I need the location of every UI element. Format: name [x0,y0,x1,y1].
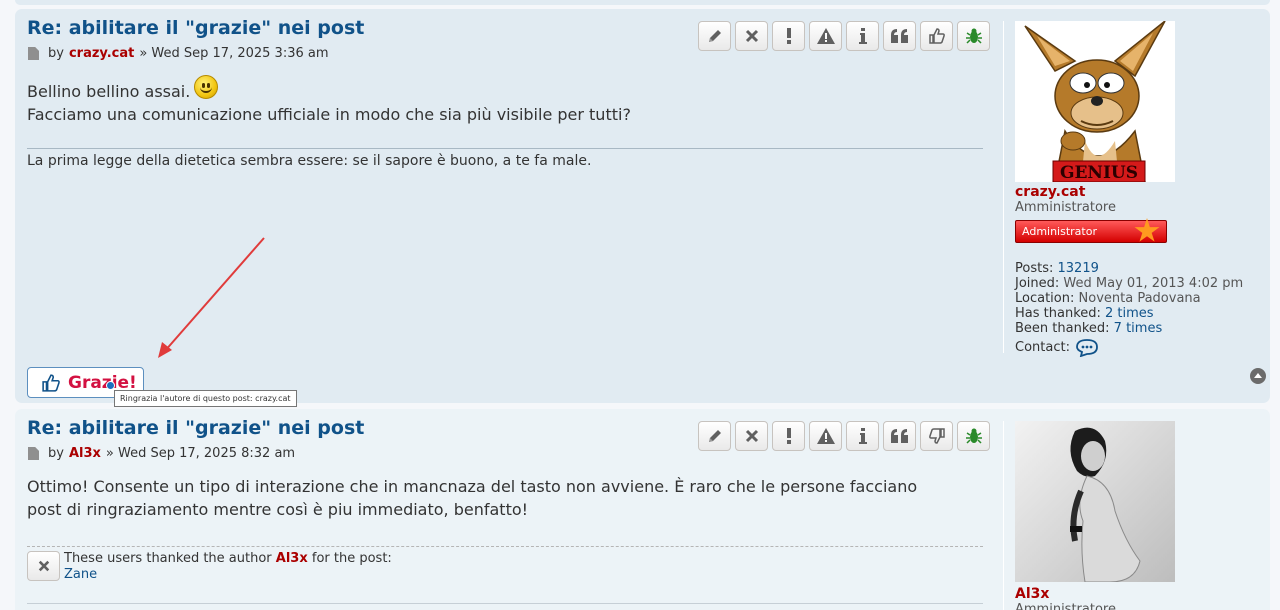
report-button[interactable] [772,421,805,451]
exclamation-icon [786,28,791,44]
content-line-1: Bellino bellino assai. [27,82,191,101]
author-profile: Al3x Amministratore [1015,587,1116,610]
content-line-2: Facciamo una comunicazione ufficiale in … [27,105,631,124]
profile-username[interactable]: Al3x [1015,587,1116,602]
profile-rank: Amministratore [1015,602,1116,610]
post-file-icon[interactable] [28,47,39,60]
been-thanked-label: Been thanked: [1015,321,1110,336]
by-label: by [48,446,64,461]
post-file-icon[interactable] [28,447,39,460]
thumbs-down-icon [928,428,945,444]
thanked-text: These users thanked the author Al3x for … [64,551,983,583]
post-buttons [698,421,990,451]
post-title[interactable]: Re: abilitare il "grazie" nei post [27,17,364,39]
chat-bubble-icon[interactable] [1076,338,1098,357]
edit-button[interactable] [698,21,731,51]
has-thanked-value[interactable]: 2 times [1105,306,1154,321]
exclamation-icon [786,428,791,444]
profile-divider [1003,21,1004,353]
pencil-icon [708,430,721,442]
location-value: Noventa Padovana [1078,291,1201,306]
close-icon [745,29,758,43]
thanked-list: These users thanked the author Al3x for … [27,546,983,583]
report-button[interactable] [772,21,805,51]
back-to-top-icon[interactable] [1250,368,1266,384]
post-title[interactable]: Re: abilitare il "grazie" nei post [27,417,364,439]
info-button[interactable] [846,21,879,51]
quote-icon [890,29,908,43]
mouse-cursor [106,381,115,390]
signature: La prima legge della dietetica sembra es… [27,148,983,169]
info-button[interactable] [846,421,879,451]
warning-icon [816,28,835,44]
remove-thanks-button[interactable] [27,551,60,581]
info-icon [858,28,867,44]
location-label: Location: [1015,291,1075,306]
posts-label: Posts: [1015,261,1054,276]
thanked-user-link[interactable]: Zane [64,567,983,583]
close-icon [38,560,49,572]
avatar[interactable] [1015,421,1175,582]
rank-badge: Administrator [1015,218,1167,243]
by-label: by [48,46,64,61]
post-author-line: by Al3x » Wed Sep 17, 2025 8:32 am [28,446,295,461]
thanks-tooltip: Ringrazia l'autore di questo post: crazy… [114,390,297,407]
contact-label: Contact: [1015,340,1070,355]
post-date: » Wed Sep 17, 2025 3:36 am [139,46,329,61]
profile-stats: Posts: 13219 Joined: Wed May 01, 2013 4:… [1015,261,1244,357]
post-author-line: by crazy.cat » Wed Sep 17, 2025 3:36 am [28,46,329,61]
has-thanked-label: Has thanked: [1015,306,1101,321]
bug-button[interactable] [957,421,990,451]
like-button[interactable] [920,21,953,51]
been-thanked-value[interactable]: 7 times [1114,321,1163,336]
bug-button[interactable] [957,21,990,51]
thanked-prefix: These users thanked the author [64,551,272,566]
warn-button[interactable] [809,21,842,51]
info-icon [858,428,867,444]
thumbs-up-icon [42,373,60,392]
joined-label: Joined: [1015,276,1060,291]
quote-button[interactable] [883,421,916,451]
avatar[interactable]: GENIUS [1015,21,1175,182]
profile-divider [1003,421,1004,610]
annotation-arrow [158,237,265,358]
post-2: Re: abilitare il "grazie" nei post by Al… [15,409,1270,610]
star-icon [1134,218,1160,242]
thanked-suffix: for the post: [311,551,392,566]
delete-button[interactable] [735,21,768,51]
joined-date: Wed May 01, 2013 4:02 pm [1063,276,1244,291]
post-content: Bellino bellino assai. Facciamo una comu… [27,75,987,126]
post-date: » Wed Sep 17, 2025 8:32 am [105,446,296,461]
delete-button[interactable] [735,421,768,451]
pencil-icon [708,30,721,42]
quote-button[interactable] [883,21,916,51]
bug-icon [965,428,982,444]
previous-post-edge [15,0,1270,5]
post-content: Ottimo! Consente un tipo di interazione … [27,477,918,519]
author-profile: crazy.cat Amministratore Administrator P… [1015,185,1244,357]
divider [27,603,983,604]
warn-button[interactable] [809,421,842,451]
thumbs-up-icon [928,28,945,44]
smiley-icon [194,75,219,99]
profile-rank: Amministratore [1015,200,1116,215]
rank-badge-label: Administrator [1022,225,1097,238]
post-author[interactable]: Al3x [69,446,101,461]
warning-icon [816,428,835,444]
thanked-author[interactable]: Al3x [276,551,308,566]
profile-username[interactable]: crazy.cat [1015,185,1243,200]
avatar-label: GENIUS [1060,163,1138,182]
edit-button[interactable] [698,421,731,451]
close-icon [745,429,758,443]
post-author[interactable]: crazy.cat [69,46,134,61]
quote-icon [890,429,908,443]
post-buttons [698,21,990,51]
bug-icon [965,28,982,44]
unlike-button[interactable] [920,421,953,451]
posts-count[interactable]: 13219 [1058,261,1099,276]
